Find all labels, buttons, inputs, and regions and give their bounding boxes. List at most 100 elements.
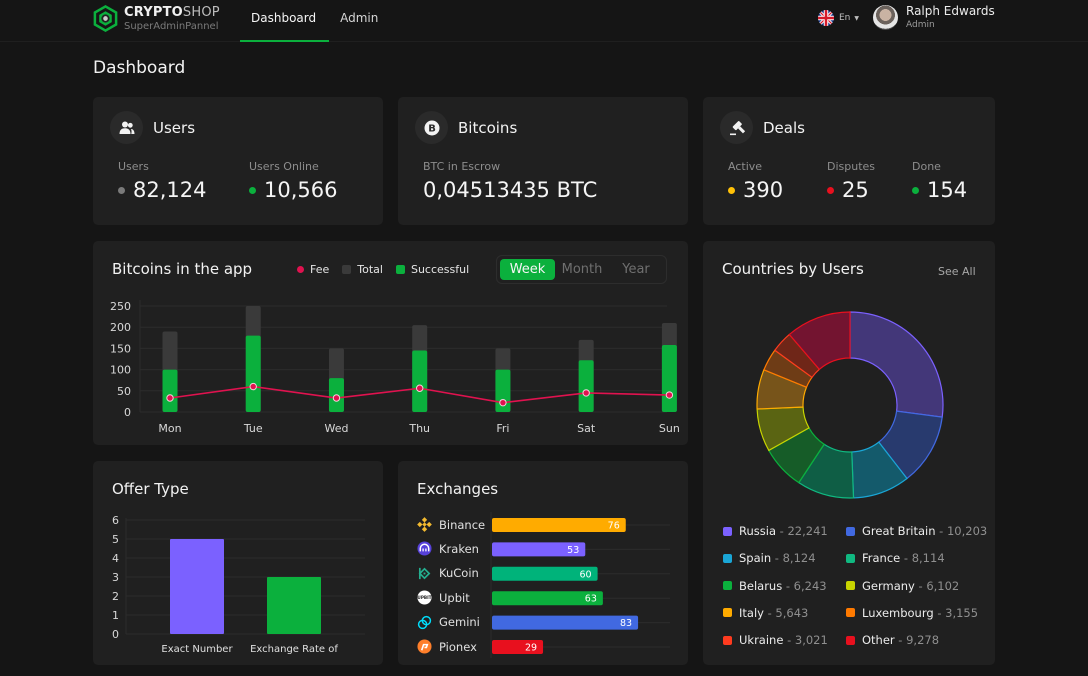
y-tick-label: 0 <box>124 406 131 419</box>
exchanges-chart: 76 53 60 63 83 29 <box>490 512 670 658</box>
bar-successful <box>245 335 261 412</box>
kraken-icon <box>417 541 432 556</box>
exchange-value-label: 60 <box>580 569 592 580</box>
user-name: Ralph Edwards <box>906 4 995 18</box>
y-tick-label: 250 <box>110 300 131 313</box>
fee-point <box>665 391 674 399</box>
period-month-button[interactable]: Month <box>555 259 609 280</box>
country-name: Italy <box>739 605 764 620</box>
exchange-name: KuCoin <box>439 566 479 581</box>
exchange-row: KuCoin <box>417 566 479 581</box>
countries-title: Countries by Users <box>722 260 864 278</box>
country-value: - 8,114 <box>900 551 945 566</box>
legend-swatch <box>846 553 855 563</box>
country-name: Germany <box>862 578 915 593</box>
user-menu[interactable]: Ralph Edwards Admin <box>873 5 995 30</box>
btc-escrow-value: 0,04513435 BTC <box>423 178 598 202</box>
x-tick-label: Sun <box>659 422 680 435</box>
legend-successful: Successful <box>395 263 469 276</box>
deals-active-label: Active <box>728 160 763 173</box>
y-tick-label: 0 <box>112 628 119 641</box>
y-tick-label: 5 <box>112 533 119 546</box>
language-label: En <box>839 13 851 23</box>
logo[interactable]: CRYPTOSHOP SuperAdminPannel <box>92 5 220 32</box>
country-legend-item: Luxembourg - 3,155 <box>846 606 978 620</box>
deals-active-value: 390 <box>743 178 784 202</box>
legend-swatch <box>723 526 732 536</box>
users-total-value: 82,124 <box>133 178 207 202</box>
exchanges-title: Exchanges <box>417 480 499 498</box>
users-total-label: Users <box>118 160 149 173</box>
y-tick-label: 200 <box>110 321 131 334</box>
binance-icon <box>417 517 432 532</box>
legend-swatch <box>846 581 855 591</box>
brand-subtitle: SuperAdminPannel <box>124 20 219 32</box>
fee-point <box>166 394 174 402</box>
legend-total: Total <box>342 263 383 276</box>
status-dot <box>912 186 919 194</box>
y-tick-label: 2 <box>112 590 119 603</box>
countries-donut-chart <box>756 311 944 499</box>
brand-name: CRYPTOSHOP <box>124 4 220 20</box>
bar-successful <box>162 369 178 412</box>
fee-point <box>249 382 257 391</box>
offer-bar <box>170 539 224 634</box>
status-dot <box>827 186 834 194</box>
country-value: - 10,203 <box>935 524 988 538</box>
country-legend-item: Other - 9,278 <box>846 633 939 647</box>
country-value: - 3,021 <box>783 633 828 648</box>
y-tick-label: 1 <box>112 609 119 622</box>
offer-bar <box>267 577 321 634</box>
deals-card: Deals Active 390 Disputes 25 Done 154 <box>703 97 995 225</box>
period-year-button[interactable]: Year <box>609 259 663 280</box>
deals-disputes-label: Disputes <box>827 160 876 173</box>
x-tick-label: Thu <box>408 422 430 435</box>
y-tick-label: 4 <box>112 552 119 565</box>
country-legend-item: Great Britain - 10,203 <box>846 524 987 538</box>
legend-fee: Fee <box>297 263 329 276</box>
language-selector[interactable]: En ▼ <box>818 10 859 26</box>
bitcoins-chart: 0 50 100 150 200 250 Mon Tue Wed Thu Fri Sat Sun <box>110 300 680 435</box>
period-week-button[interactable]: Week <box>500 259 555 280</box>
y-tick-label: 100 <box>110 364 131 377</box>
see-all-link[interactable]: See All <box>938 265 976 278</box>
status-dot <box>118 186 125 194</box>
country-legend-item: Russia - 22,241 <box>723 524 828 538</box>
exchange-row: UPBIT Upbit <box>417 590 470 605</box>
donut-slice-russia <box>849 311 944 418</box>
legend-swatch <box>723 553 732 563</box>
country-name: Spain <box>739 551 772 566</box>
avatar <box>873 5 898 30</box>
exchange-name: Gemini <box>439 615 480 630</box>
country-value: - 22,241 <box>776 524 828 538</box>
exchange-bar <box>492 615 639 630</box>
gavel-icon <box>729 120 745 135</box>
x-tick-label: Fri <box>496 422 509 435</box>
svg-text:B: B <box>428 123 436 134</box>
country-legend-item: Ukraine - 3,021 <box>723 633 828 647</box>
exchange-value-label: 29 <box>525 643 537 654</box>
bar-successful <box>578 360 594 412</box>
y-tick-label: 3 <box>112 571 119 584</box>
top-bar: CRYPTOSHOP SuperAdminPannel Dashboard Ad… <box>0 0 1088 42</box>
users-card: Users Users 82,124 Users Online 10,566 <box>93 97 383 225</box>
nav-admin[interactable]: Admin <box>329 0 389 42</box>
country-legend-item: Italy - 5,643 <box>723 606 808 620</box>
bar-successful <box>412 350 428 412</box>
country-name: Other <box>862 633 895 648</box>
country-name: Belarus <box>739 578 783 593</box>
nav-dashboard[interactable]: Dashboard <box>240 0 330 42</box>
exchange-value-label: 53 <box>567 545 579 556</box>
users-online-value: 10,566 <box>264 178 338 202</box>
y-tick-label: 150 <box>110 342 131 355</box>
bitcoin-icon: B <box>424 120 439 135</box>
country-legend-item: Germany - 6,102 <box>846 579 959 593</box>
bitcoins-chart-title: Bitcoins in the app <box>112 260 253 278</box>
x-tick-label: Exact Number <box>161 644 233 655</box>
deals-done-value: 154 <box>927 178 968 202</box>
gemini-icon <box>417 615 432 630</box>
exchange-name: Upbit <box>439 590 470 605</box>
users-icon <box>119 121 134 134</box>
country-name: Luxembourg <box>862 605 934 620</box>
y-tick-label: 6 <box>112 514 119 527</box>
